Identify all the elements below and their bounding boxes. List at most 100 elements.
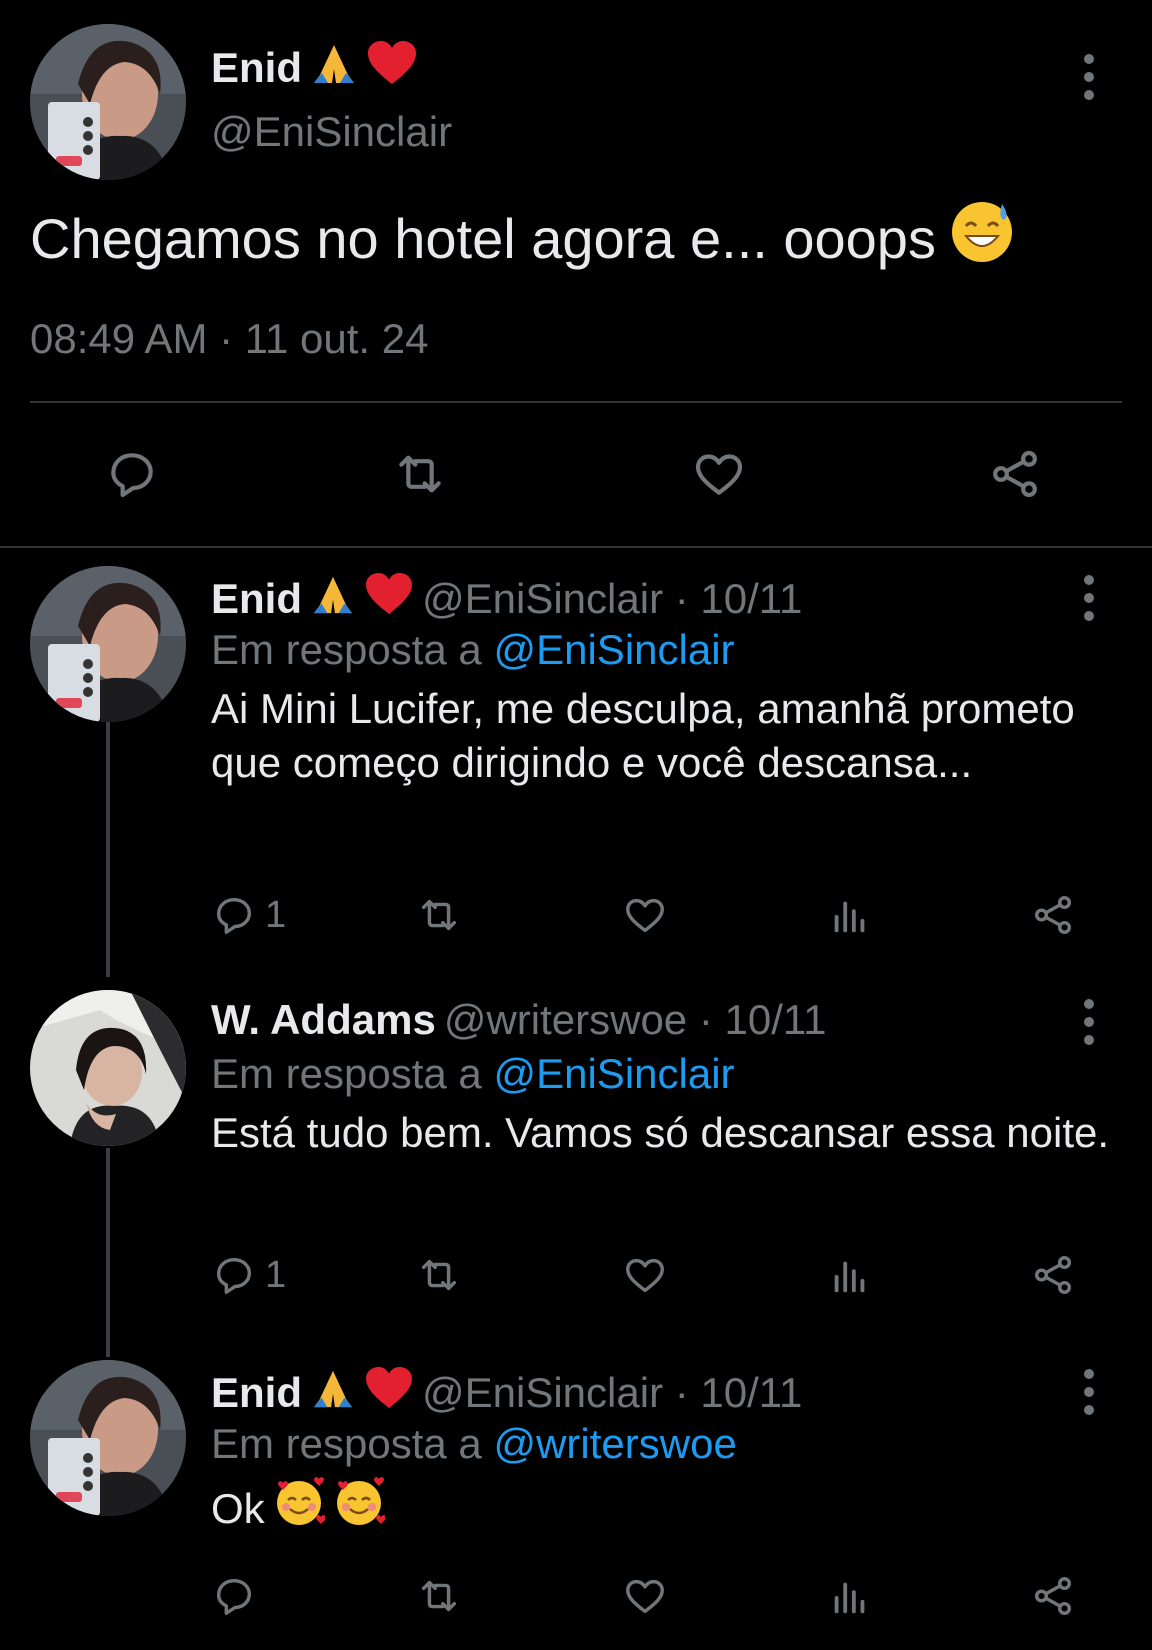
retweet-button[interactable] — [392, 446, 448, 502]
in-reply-to: Em resposta a @EniSinclair — [211, 1050, 735, 1098]
views-icon — [834, 1261, 865, 1293]
retweet-icon — [421, 899, 457, 931]
in-reply-prefix: Em resposta a — [211, 1050, 494, 1097]
tweet-timestamp[interactable]: 08:49 AM · 11 out. 24 — [30, 315, 429, 363]
retweet-icon — [421, 1580, 457, 1612]
heart-icon — [695, 454, 743, 495]
share-button[interactable] — [1030, 1573, 1076, 1619]
more-dot — [1084, 1387, 1094, 1397]
views-button[interactable] — [827, 1252, 873, 1298]
handle-and-date[interactable]: @EniSinclair · 10/11 — [422, 575, 802, 623]
divider — [30, 401, 1122, 403]
views-button[interactable] — [827, 892, 873, 938]
reply-button[interactable] — [211, 1573, 265, 1619]
in-reply-prefix: Em resposta a — [211, 626, 494, 673]
reply-count: 1 — [265, 1253, 287, 1296]
retweet-icon — [421, 1259, 457, 1291]
share-icon — [1034, 1256, 1072, 1294]
reply-tweet[interactable]: W. Addams @writerswoe · 10/11 Em respost… — [0, 990, 1152, 1350]
avatar[interactable] — [30, 24, 186, 180]
heart-icon — [626, 898, 664, 933]
avatar[interactable] — [30, 566, 186, 722]
avatar[interactable] — [30, 990, 186, 1146]
in-reply-to-link[interactable]: @EniSinclair — [493, 626, 734, 673]
reply-icon — [216, 1257, 252, 1294]
author-name[interactable]: Enid — [211, 40, 418, 96]
more-options-button[interactable] — [1079, 575, 1099, 621]
in-reply-to-link[interactable]: @writerswoe — [493, 1420, 736, 1467]
red-heart-emoji-icon — [366, 40, 418, 96]
reply-header: Enid @EniSinclair · 10/11 — [211, 572, 802, 626]
in-reply-to-link[interactable]: @EniSinclair — [493, 1050, 734, 1097]
tweet-text-content: Chegamos no hotel agora e... ooops — [30, 207, 936, 270]
reply-icon — [216, 1578, 252, 1615]
more-dot — [1084, 90, 1094, 100]
share-button[interactable] — [987, 446, 1043, 502]
pray-emoji-icon — [310, 573, 356, 625]
retweet-button[interactable] — [416, 1252, 462, 1298]
reply-tweet[interactable]: Enid @EniSinclair · 10/11 Em resposta a … — [0, 1360, 1152, 1650]
more-dot — [1084, 575, 1094, 585]
red-heart-emoji-icon — [364, 572, 414, 626]
more-dot — [1084, 54, 1094, 64]
more-dot — [1084, 1369, 1094, 1379]
reply-button[interactable]: 1 — [211, 1252, 286, 1298]
reply-count: 1 — [265, 893, 287, 936]
author-name[interactable]: W. Addams — [211, 996, 436, 1044]
reply-text: Está tudo bem. Vamos só descansar essa n… — [211, 1109, 1110, 1156]
pray-emoji-icon — [310, 1367, 356, 1419]
author-name[interactable]: Enid — [211, 1369, 302, 1417]
in-reply-to: Em resposta a @EniSinclair — [211, 626, 735, 674]
views-button[interactable] — [827, 1573, 873, 1619]
more-dot — [1084, 1035, 1094, 1045]
like-button[interactable] — [691, 446, 747, 502]
more-dot — [1084, 611, 1094, 621]
smiling-face-with-hearts-emoji-icon — [273, 1476, 326, 1541]
in-reply-to: Em resposta a @writerswoe — [211, 1420, 737, 1468]
reply-icon — [111, 453, 153, 498]
handle-and-date[interactable]: @writerswoe · 10/11 — [444, 996, 827, 1044]
reply-tweet[interactable]: Enid @EniSinclair · 10/11 Em resposta a … — [0, 566, 1152, 986]
more-dot — [1084, 72, 1094, 82]
more-dot — [1084, 1017, 1094, 1027]
author-name[interactable]: Enid — [211, 575, 302, 623]
reply-icon — [216, 897, 252, 934]
share-icon — [993, 450, 1037, 498]
more-options-button[interactable] — [1079, 1369, 1099, 1415]
more-options-button[interactable] — [1079, 999, 1099, 1045]
like-button[interactable] — [622, 1252, 668, 1298]
avatar[interactable] — [30, 1360, 186, 1516]
more-dot — [1084, 593, 1094, 603]
like-button[interactable] — [622, 1573, 668, 1619]
reply-button[interactable]: 1 — [211, 892, 286, 938]
divider — [0, 546, 1152, 548]
more-dot — [1084, 1405, 1094, 1415]
views-icon — [834, 1582, 865, 1614]
more-dot — [1084, 999, 1094, 1009]
views-icon — [834, 901, 865, 933]
reply-text-content: Ok — [211, 1484, 265, 1532]
author-handle[interactable]: @EniSinclair — [211, 108, 452, 156]
share-icon — [1034, 1577, 1072, 1615]
heart-icon — [626, 1579, 664, 1614]
share-button[interactable] — [1030, 1252, 1076, 1298]
heart-icon — [626, 1258, 664, 1293]
retweet-button[interactable] — [416, 892, 462, 938]
red-heart-emoji-icon — [364, 1366, 414, 1420]
reply-button[interactable] — [104, 446, 160, 502]
more-options-button[interactable] — [1079, 54, 1099, 100]
reply-header: W. Addams @writerswoe · 10/11 — [211, 996, 826, 1044]
tweet-text: Chegamos no hotel agora e... ooops — [30, 200, 1014, 277]
retweet-icon — [399, 455, 441, 493]
main-tweet: Enid @EniSinclair Chegamos no hotel agor… — [0, 0, 1152, 548]
smiling-face-with-hearts-emoji-icon — [333, 1476, 386, 1541]
reply-text: Ok — [211, 1476, 1111, 1541]
in-reply-prefix: Em resposta a — [211, 1420, 494, 1467]
author-name-text: Enid — [211, 44, 302, 91]
like-button[interactable] — [622, 892, 668, 938]
handle-and-date[interactable]: @EniSinclair · 10/11 — [422, 1369, 802, 1417]
share-button[interactable] — [1030, 892, 1076, 938]
reply-header: Enid @EniSinclair · 10/11 — [211, 1366, 802, 1420]
pray-emoji-icon — [310, 41, 358, 95]
retweet-button[interactable] — [416, 1573, 462, 1619]
